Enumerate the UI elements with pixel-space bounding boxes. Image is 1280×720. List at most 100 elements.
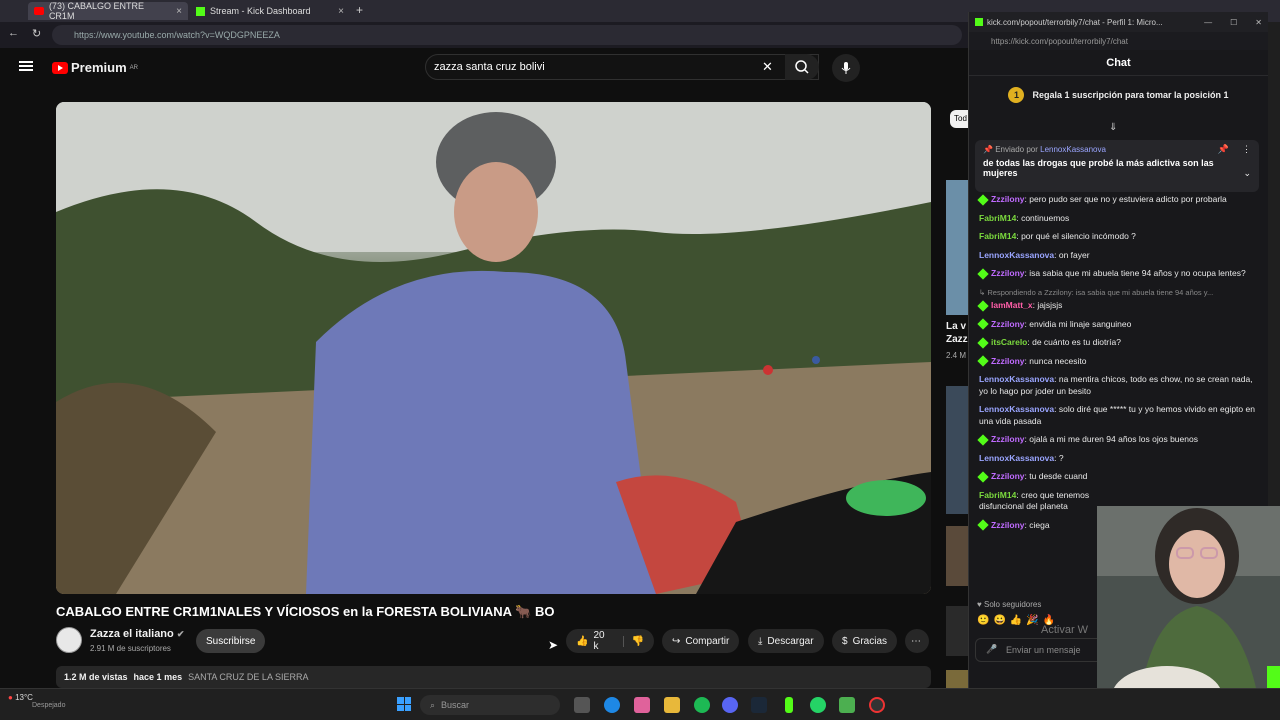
followers-only-notice: ♥ Solo seguidores [977, 600, 1042, 609]
steam-icon[interactable] [751, 697, 767, 713]
video-frame [56, 102, 931, 594]
voice-search-button[interactable] [832, 54, 860, 82]
new-tab-button[interactable]: + [356, 3, 363, 17]
weather-widget[interactable]: ● 13°C Despejado [8, 693, 68, 709]
whatsapp-icon[interactable] [810, 697, 826, 713]
channel-avatar[interactable] [56, 627, 82, 653]
chat-message: Zzzilony: tu desde cuand [977, 471, 1257, 483]
chat-message: Zzzilony: nunca necesito [977, 356, 1257, 368]
activate-windows-watermark: Activar W [1041, 624, 1089, 636]
thanks-button[interactable]: $ Gracias [832, 629, 898, 653]
pinned-header: 📌 Enviado por LennoxKassanova [983, 145, 1106, 154]
channel-name[interactable]: Zazza el italiano ✔ [90, 628, 184, 640]
tab-youtube[interactable]: (73) CABALGO ENTRE CR1M × [28, 1, 188, 21]
youtube-play-icon [52, 61, 68, 74]
search-icon [795, 60, 809, 74]
close-tab-icon[interactable]: × [176, 6, 182, 17]
more-options-button[interactable]: ⋯ [905, 629, 929, 653]
share-button[interactable]: ↪ Compartir [662, 629, 740, 653]
close-window-icon[interactable]: ✕ [1255, 18, 1262, 27]
pinned-text: de todas las drogas que probé la más adi… [983, 158, 1214, 178]
tab-kick-dashboard[interactable]: Stream - Kick Dashboard × [190, 2, 350, 20]
obs-icon[interactable] [869, 697, 885, 713]
pin-icon[interactable]: 📌 [1218, 144, 1229, 155]
search-input[interactable]: zazza santa cruz bolivi ✕ [425, 54, 819, 80]
recommended-views: 2.4 M [946, 351, 967, 360]
chat-message: FabriM14: continuemos [979, 212, 1070, 223]
tab-label: Stream - Kick Dashboard [210, 6, 311, 16]
chat-message: LennoxKassanova: na mentira chicos, todo… [979, 374, 1253, 396]
youtube-logo[interactable]: Premium AR [52, 60, 138, 75]
collapse-icon[interactable]: ⇓ [1109, 122, 1117, 133]
logo-region: AR [129, 64, 138, 71]
refresh-icon[interactable]: ↻ [32, 27, 41, 40]
recommended-title[interactable]: La v Zazz [946, 320, 968, 346]
video-metadata[interactable]: 1.2 M de vistas hace 1 mes SANTA CRUZ DE… [56, 666, 931, 688]
chat-message: itsCarelo: de cuánto es tu diotría? [977, 337, 1257, 349]
more-icon[interactable]: ⋮ [1242, 144, 1251, 155]
reply-preview[interactable]: ↳ Respondiendo a Zzzilony: isa sabia que… [979, 287, 1257, 299]
chat-messages: Zzzilony: pero pudo ser que no y estuvie… [977, 194, 1257, 538]
chat-message: FabriM14: creo que tenemos disfuncional … [979, 489, 1090, 512]
recommended-thumbnail[interactable] [946, 670, 970, 688]
like-dislike-group: 👍 20 k 👎 [566, 629, 654, 653]
browser-toolbar: ← ↻ https://www.youtube.com/watch?v=WQDG… [0, 22, 970, 48]
close-tab-icon[interactable]: × [338, 6, 344, 17]
microphone-icon[interactable]: 🎤 [986, 644, 997, 655]
recommended-thumbnail[interactable] [946, 526, 970, 586]
maximize-icon[interactable]: ☐ [1230, 18, 1237, 27]
search-value: zazza santa cruz bolivi [434, 61, 545, 73]
chat-header: Chat [969, 50, 1268, 76]
minimize-icon[interactable]: — [1204, 18, 1212, 27]
chat-message: LennoxKassanova: ? [979, 452, 1064, 463]
microphone-icon [841, 62, 851, 74]
filter-chip[interactable]: Tod [950, 110, 970, 128]
start-menu-icon[interactable] [397, 697, 411, 711]
file-explorer-icon[interactable] [664, 697, 680, 713]
input-placeholder: Enviar un mensaje [1006, 645, 1081, 655]
expand-icon[interactable]: ⌄ [1243, 168, 1251, 179]
video-player[interactable] [56, 102, 931, 594]
like-icon[interactable]: 👍 [576, 636, 588, 647]
posted-date: hace 1 mes [133, 672, 183, 682]
chat-window-title: kick.com/popout/terrorbily7/chat - Perfi… [987, 17, 1163, 27]
spotify-icon[interactable] [694, 697, 710, 713]
recommended-thumbnail[interactable] [946, 606, 970, 656]
like-count[interactable]: 20 k [593, 630, 609, 652]
download-icon: ⤓ [758, 635, 763, 647]
weather-icon: ● [8, 693, 13, 702]
app-icon[interactable] [839, 697, 855, 713]
chat-message: LennoxKassanova: solo diré que ***** tu … [979, 404, 1255, 426]
logo-text: Premium [71, 60, 127, 75]
kick-favicon-icon [975, 18, 983, 26]
video-title: CABALGO ENTRE CR1M1NALES Y VÍCIOSOS en l… [56, 604, 555, 619]
dislike-icon[interactable]: 👎 [622, 635, 644, 647]
tab-label: (73) CABALGO ENTRE CR1M [48, 1, 144, 21]
recommended-thumbnail[interactable] [946, 180, 970, 315]
recommended-thumbnail[interactable] [946, 386, 970, 514]
chat-message: FabriM14: por qué el silencio incómodo ? [979, 231, 1136, 241]
address-bar[interactable]: https://www.youtube.com/watch?v=WQDGPNEE… [52, 25, 962, 45]
back-icon[interactable]: ← [8, 27, 19, 39]
edge-browser-icon[interactable] [604, 697, 620, 713]
pinned-message: 📌 Enviado por LennoxKassanova de todas l… [975, 140, 1259, 192]
youtube-favicon-icon [34, 7, 44, 15]
video-location: SANTA CRUZ DE LA SIERRA [188, 672, 309, 682]
chat-address-bar[interactable]: https://kick.com/popout/terrorbily7/chat [969, 32, 1268, 50]
search-icon: ⌕ [430, 699, 436, 710]
chat-message: Zzzilony: ojalá a mi me duren 94 años lo… [977, 434, 1257, 446]
kick-icon[interactable] [785, 697, 793, 713]
more-icon: ⋯ [911, 635, 921, 647]
clear-search-icon[interactable]: ✕ [762, 59, 773, 75]
search-button[interactable] [785, 54, 819, 80]
task-view-icon[interactable] [574, 697, 590, 713]
menu-icon[interactable] [19, 61, 33, 71]
kick-favicon-icon [196, 6, 205, 16]
windows-taskbar: ● 13°C Despejado ⌕ Buscar [0, 688, 1280, 720]
app-icon[interactable] [634, 697, 650, 713]
subscribe-button[interactable]: Suscribirse [196, 629, 266, 653]
download-button[interactable]: ⤓ Descargar [748, 629, 824, 653]
discord-icon[interactable] [722, 697, 738, 713]
gift-subscription-banner[interactable]: 1 Regala 1 suscripción para tomar la pos… [969, 76, 1268, 114]
taskbar-search-input[interactable]: ⌕ Buscar [420, 695, 560, 715]
